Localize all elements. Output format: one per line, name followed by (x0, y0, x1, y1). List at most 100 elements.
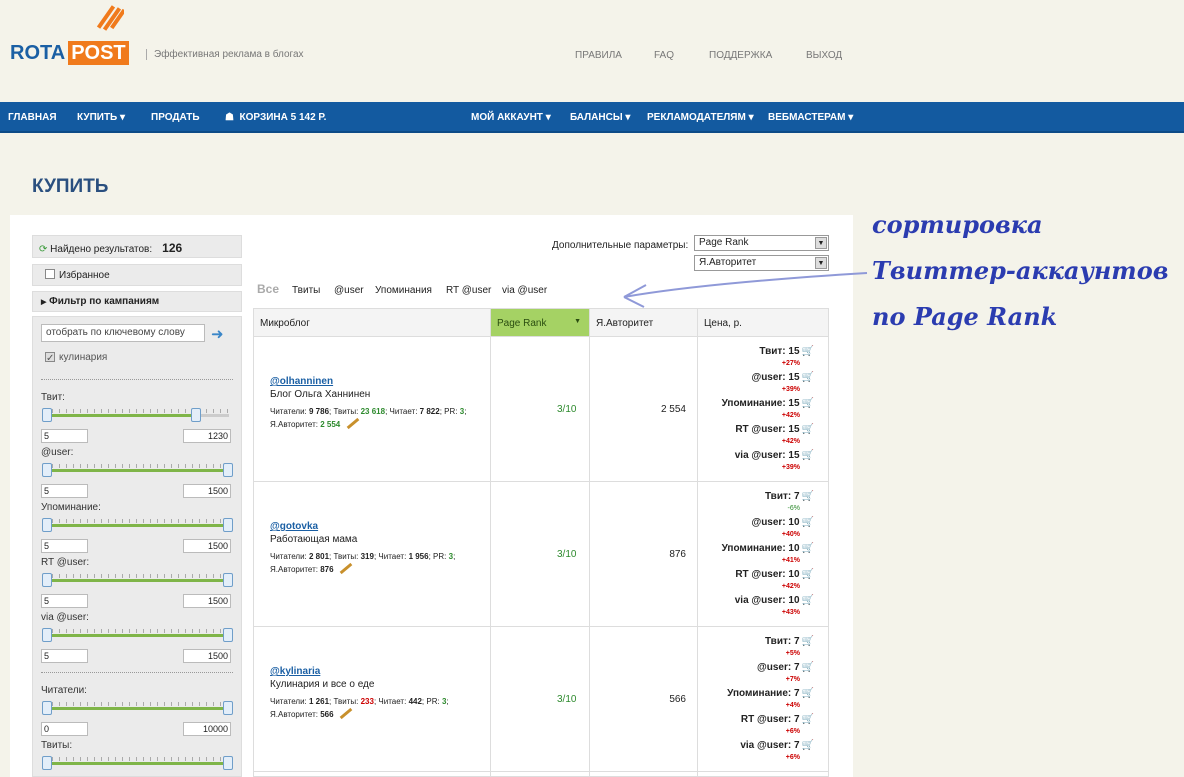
slider-min-handle[interactable] (42, 756, 52, 770)
cart-icon[interactable]: 🛒 (802, 424, 814, 435)
chevron-down-icon: ▾ (748, 112, 754, 123)
price-item[interactable]: RT @user: 10 🛒 (694, 568, 814, 581)
price-item[interactable]: Твит: 7 🛒 (694, 635, 814, 648)
tab-user[interactable]: @user (334, 285, 364, 296)
price-item[interactable]: Твит: 15 🛒 (694, 345, 814, 358)
max-input[interactable]: 1500 (183, 649, 231, 663)
favorites-filter[interactable]: Избранное (32, 264, 242, 286)
stat-auth: 566 (320, 710, 334, 719)
price-item[interactable]: @user: 7 🛒 (694, 661, 814, 674)
slider-track (45, 579, 229, 582)
support-link[interactable]: ПОДДЕРЖКА (709, 50, 772, 61)
min-input[interactable]: 0 (41, 722, 88, 736)
min-input[interactable]: 5 (41, 429, 88, 443)
price-item[interactable]: via @user: 15 🛒 (694, 449, 814, 462)
slider-max-handle[interactable] (223, 756, 233, 770)
cart-icon[interactable]: 🛒 (802, 346, 814, 357)
min-input[interactable]: 5 (41, 594, 88, 608)
price-item[interactable]: Упоминание: 7 🛒 (694, 687, 814, 700)
blog-stats: Читатели: 1 261; Твиты: 233; Читает: 442… (270, 697, 449, 720)
price-item[interactable]: Твит: 7 🛒 (694, 490, 814, 503)
pencil-icon[interactable] (346, 417, 359, 430)
slider-max-handle[interactable] (191, 408, 201, 422)
slider-max-handle[interactable] (223, 573, 233, 587)
keyword-input[interactable]: отобрать по ключевому слову (41, 324, 205, 342)
col-header-pagerank[interactable]: Page Rank ▼ (491, 309, 590, 337)
cart-icon[interactable]: 🛒 (802, 569, 814, 580)
tab-all[interactable]: Все (257, 282, 279, 296)
keyword-tag-checkbox[interactable]: ✓ (45, 352, 55, 364)
slider-max-handle[interactable] (223, 463, 233, 477)
logout-link[interactable]: ВЫХОД (806, 50, 842, 61)
price-item[interactable]: Упоминание: 15 🛒 (694, 397, 814, 410)
price-item[interactable]: via @user: 10 🛒 (694, 594, 814, 607)
max-input[interactable]: 1500 (183, 484, 231, 498)
price-item[interactable]: RT @user: 7 🛒 (694, 713, 814, 726)
rules-link[interactable]: ПРАВИЛА (575, 50, 622, 61)
cart-icon[interactable]: 🛒 (802, 491, 814, 502)
tab-rt-user[interactable]: RT @user (446, 285, 491, 296)
max-input[interactable]: 1500 (183, 594, 231, 608)
cart-icon[interactable]: 🛒 (802, 372, 814, 383)
price-item[interactable]: via @user: 7 🛒 (694, 739, 814, 752)
logo[interactable]: ROTA POST (10, 41, 129, 65)
slider-min-handle[interactable] (42, 573, 52, 587)
cart-icon[interactable]: 🛒 (802, 398, 814, 409)
slider-min-handle[interactable] (42, 518, 52, 532)
cart-icon[interactable]: 🛒 (802, 595, 814, 606)
price-item[interactable]: RT @user: 15 🛒 (694, 423, 814, 436)
tab-mentions[interactable]: Упоминания (375, 285, 432, 296)
blog-account-link[interactable]: @kylinaria (270, 666, 492, 677)
max-input[interactable]: 10000 (183, 722, 231, 736)
cart-icon[interactable]: 🛒 (802, 543, 814, 554)
cart-icon[interactable]: 🛒 (802, 714, 814, 725)
cart-icon[interactable]: 🛒 (802, 517, 814, 528)
logo-left: ROTA (10, 42, 66, 64)
tab-via-user[interactable]: via @user (502, 285, 547, 296)
menu-main[interactable]: ГЛАВНАЯ (8, 112, 57, 123)
min-input[interactable]: 5 (41, 649, 88, 663)
slider-max-handle[interactable] (223, 701, 233, 715)
chevron-down-icon: ▾ (625, 112, 631, 123)
cart-icon[interactable]: 🛒 (802, 662, 814, 673)
campaign-filter[interactable]: ▶ Фильтр по кампаниям (32, 291, 242, 312)
min-input[interactable]: 5 (41, 484, 88, 498)
price-item[interactable]: @user: 15 🛒 (694, 371, 814, 384)
slider-min-handle[interactable] (42, 408, 52, 422)
pencil-icon[interactable] (339, 707, 353, 720)
price-item[interactable]: Упоминание: 10 🛒 (694, 542, 814, 555)
cart-icon[interactable]: 🛒 (802, 636, 814, 647)
col-header-blog[interactable]: Микроблог (254, 309, 491, 337)
max-input[interactable]: 1500 (183, 539, 231, 553)
tab-tweets[interactable]: Твиты (292, 285, 320, 296)
menu-buy[interactable]: КУПИТЬ ▾ (77, 112, 125, 123)
table-row: @olhanninen Блог Ольга Ханнинен Читатели… (254, 337, 828, 482)
slider-min-handle[interactable] (42, 628, 52, 642)
slider-min-handle[interactable] (42, 463, 52, 477)
slider-min-handle[interactable] (42, 701, 52, 715)
cart-icon[interactable]: 🛒 (802, 688, 814, 699)
cart-icon[interactable]: 🛒 (802, 740, 814, 751)
blog-info: @gotovka Работающая мама Читатели: 2 801… (270, 521, 492, 576)
price-label: Твит: 7 (764, 636, 800, 647)
slider-max-handle[interactable] (223, 628, 233, 642)
menu-sell[interactable]: ПРОДАТЬ (151, 112, 200, 123)
sort-select-primary[interactable]: Page Rank ▼ (694, 235, 829, 251)
faq-link[interactable]: FAQ (654, 50, 674, 61)
slider-max-handle[interactable] (223, 518, 233, 532)
menu-webmasters[interactable]: ВЕБМАСТЕРАМ ▾ (768, 112, 853, 123)
cart-icon[interactable]: 🛒 (802, 450, 814, 461)
arrow-right-icon[interactable]: ➜ (211, 325, 224, 343)
max-input[interactable]: 1230 (183, 429, 231, 443)
menu-advertisers[interactable]: РЕКЛАМОДАТЕЛЯМ ▾ (647, 112, 754, 123)
price-item[interactable]: @user: 10 🛒 (694, 516, 814, 529)
blog-account-link[interactable]: @gotovka (270, 521, 492, 532)
min-input[interactable]: 5 (41, 539, 88, 553)
menu-cart[interactable]: ☗ КОРЗИНА 5 142 Р. (225, 112, 326, 123)
favorites-checkbox[interactable] (45, 269, 55, 279)
menu-balances[interactable]: БАЛАНСЫ ▾ (570, 112, 630, 123)
pencil-icon[interactable] (339, 562, 353, 575)
divider (41, 672, 233, 673)
blog-account-link[interactable]: @olhanninen (270, 376, 492, 387)
menu-account[interactable]: МОЙ АККАУНТ ▾ (471, 112, 551, 123)
